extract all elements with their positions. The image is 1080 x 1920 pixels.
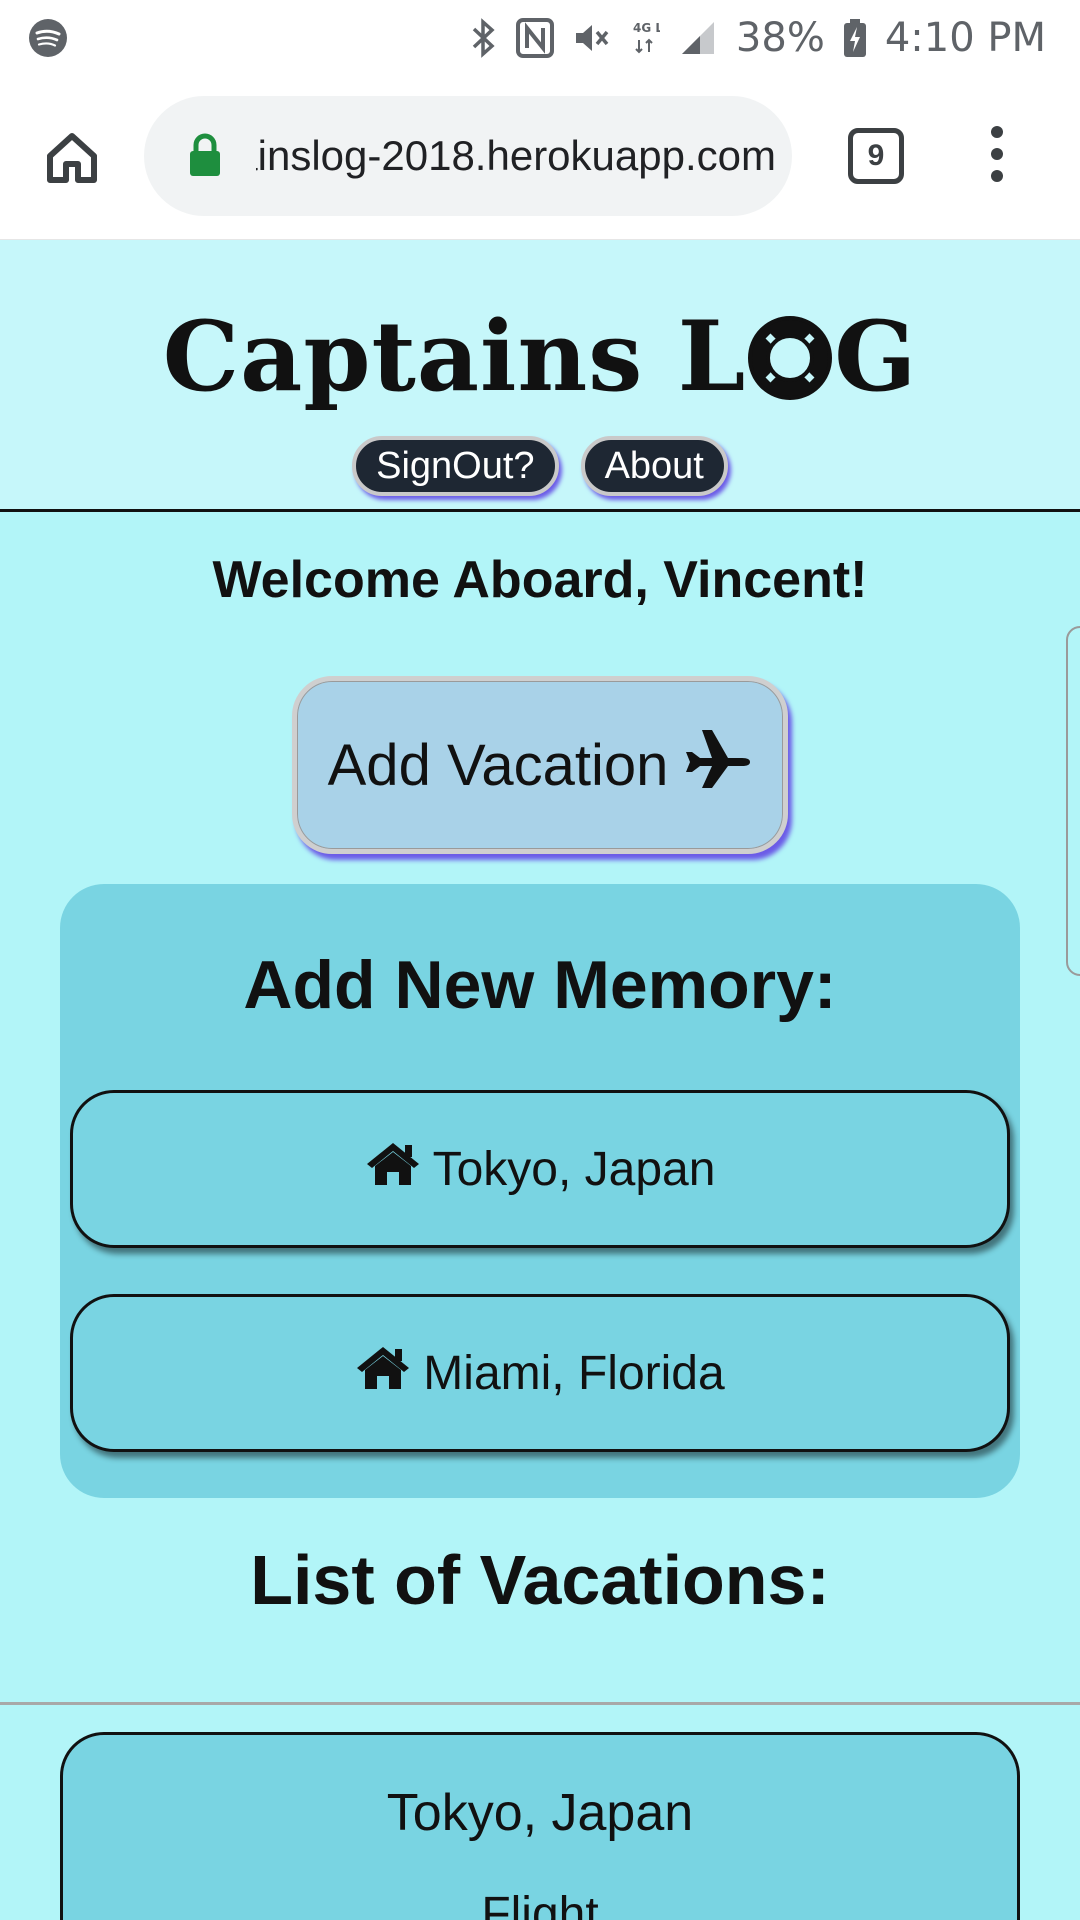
url-text: captainslog-2018.herokuapp.com: [256, 132, 776, 179]
battery-charging-icon: [843, 18, 867, 58]
tab-switcher-button[interactable]: 9: [848, 128, 904, 184]
nfc-icon: [515, 18, 554, 58]
vacation-card-subtitle: Flight: [481, 1888, 599, 1920]
edge-panel-handle[interactable]: [1066, 626, 1080, 976]
vacation-card[interactable]: Tokyo, Japan Flight: [60, 1732, 1020, 1920]
signal-icon: [678, 18, 718, 58]
signout-button[interactable]: SignOut?: [352, 436, 559, 496]
vacations-list-title: List of Vacations:: [250, 1541, 830, 1619]
memory-item-miami[interactable]: Miami, Florida: [70, 1294, 1010, 1452]
header-nav: SignOut? About: [0, 436, 1080, 496]
site-header: Captains L G SignOut? About: [0, 240, 1080, 512]
network-type-icon: 4G LTE: [630, 18, 660, 58]
memory-item-tokyo[interactable]: Tokyo, Japan: [70, 1090, 1010, 1248]
add-memory-panel: Add New Memory: Tokyo, Japan Miami, Flor…: [60, 884, 1020, 1498]
section-divider: [0, 1702, 1080, 1705]
lock-icon: [188, 132, 222, 182]
home-icon[interactable]: [40, 126, 104, 190]
status-bar: 4G LTE 38% 4:10 PM: [0, 0, 1080, 76]
spotify-icon: [28, 18, 68, 62]
home-icon: [365, 1140, 421, 1198]
memory-item-label: Tokyo, Japan: [432, 1142, 716, 1196]
mute-icon: [572, 18, 612, 58]
battery-percent: 38%: [735, 15, 825, 61]
lifebuoy-icon: [748, 312, 833, 422]
home-icon: [355, 1344, 411, 1402]
memory-item-label: Miami, Florida: [423, 1346, 725, 1400]
bluetooth-icon: [470, 18, 498, 58]
about-button[interactable]: About: [580, 436, 728, 496]
add-memory-title: Add New Memory:: [243, 947, 837, 1023]
add-vacation-label: Add Vacation: [327, 732, 669, 798]
browser-toolbar: captainslog-2018.herokuapp.com 9: [0, 76, 1080, 240]
add-vacation-button[interactable]: Add Vacation: [292, 676, 788, 854]
logo-text-left: Captains L: [162, 300, 747, 413]
address-bar[interactable]: captainslog-2018.herokuapp.com: [144, 96, 792, 216]
status-time: 4:10 PM: [884, 15, 1046, 61]
site-logo[interactable]: Captains L G: [0, 302, 1080, 422]
more-menu-icon[interactable]: [982, 126, 1012, 190]
svg-text:4G LTE: 4G LTE: [633, 21, 660, 35]
vacation-card-title: Tokyo, Japan: [386, 1784, 694, 1842]
airplane-icon: [682, 726, 752, 804]
page-content: Captains L G SignOut? About Welcome Aboa…: [0, 240, 1080, 1920]
logo-text-right: G: [834, 300, 918, 413]
welcome-message: Welcome Aboard, Vincent!: [212, 551, 868, 609]
